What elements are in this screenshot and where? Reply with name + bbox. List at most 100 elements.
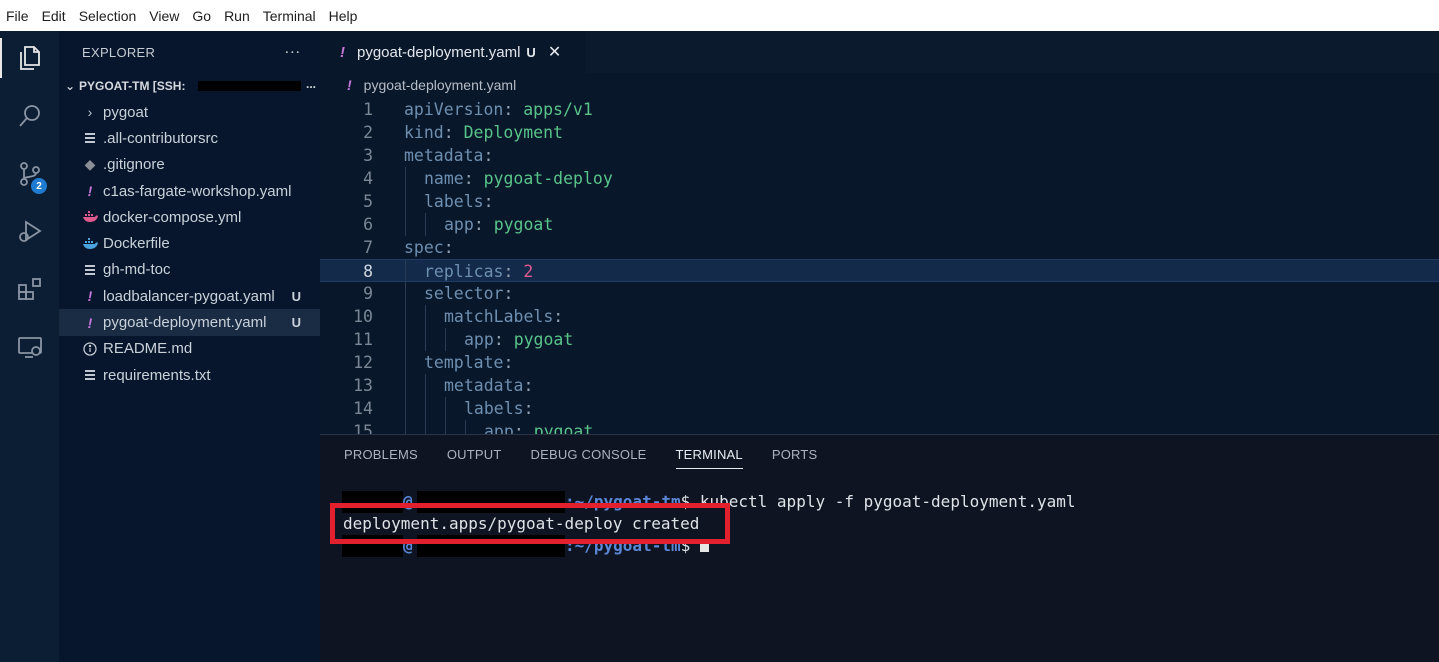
lines-icon bbox=[81, 262, 99, 278]
code-line: 5 labels: bbox=[320, 190, 1439, 213]
tree-item-gh-md-toc[interactable]: gh-md-toc bbox=[59, 257, 320, 283]
run-debug-icon[interactable] bbox=[0, 207, 59, 255]
tree-item-loadbalancer-pygoat[interactable]: ! loadbalancer-pygoat.yaml U bbox=[59, 283, 320, 309]
yaml-icon: ! bbox=[87, 288, 93, 305]
code-text: labels: bbox=[424, 192, 494, 211]
code-line: 6 app: pygoat bbox=[320, 213, 1439, 236]
line-number: 7 bbox=[363, 238, 373, 257]
line-number: 5 bbox=[363, 192, 373, 211]
tab-ports[interactable]: PORTS bbox=[772, 447, 818, 469]
breadcrumb-file: pygoat-deployment.yaml bbox=[363, 77, 517, 93]
menu-terminal[interactable]: Terminal bbox=[263, 8, 316, 24]
panel-tabs: PROBLEMS OUTPUT DEBUG CONSOLE TERMINAL P… bbox=[344, 447, 846, 469]
indent-guide bbox=[405, 397, 406, 420]
lines-icon bbox=[81, 130, 99, 146]
menu-selection[interactable]: Selection bbox=[79, 8, 137, 24]
chevron-right-icon: › bbox=[87, 104, 93, 121]
line-number: 2 bbox=[363, 123, 373, 142]
menu-edit[interactable]: Edit bbox=[42, 8, 66, 24]
editor-area: ! pygoat-deployment.yaml U ✕ ! pygoat-de… bbox=[320, 31, 1439, 434]
menu-view[interactable]: View bbox=[149, 8, 179, 24]
indent-guide bbox=[425, 328, 426, 351]
highlight-box bbox=[330, 503, 730, 544]
file-tree: › pygoat .all-contributorsrc ◆ .gitignor… bbox=[59, 99, 320, 388]
code-line: 13 metadata: bbox=[320, 374, 1439, 397]
code-editor[interactable]: 1 apiVersion: apps/v1 2 kind: Deployment 3 me… bbox=[320, 98, 1439, 434]
tab-debug-console[interactable]: DEBUG CONSOLE bbox=[531, 447, 647, 469]
line-number: 14 bbox=[353, 399, 373, 418]
indent-guide bbox=[445, 397, 446, 420]
code-text: metadata: bbox=[404, 146, 494, 165]
code-text: app: pygoat bbox=[484, 422, 594, 434]
file-label: requirements.txt bbox=[103, 366, 211, 384]
extensions-icon[interactable] bbox=[0, 265, 59, 313]
indent-guide bbox=[425, 305, 426, 328]
workspace-section[interactable]: ⌄ PYGOAT-TM [SSH: ... bbox=[59, 73, 320, 99]
tree-item-all-contributorsrc[interactable]: .all-contributorsrc bbox=[59, 125, 320, 151]
lines-icon bbox=[81, 367, 99, 383]
tree-item-c1as-fargate-workshop[interactable]: ! c1as-fargate-workshop.yaml bbox=[59, 178, 320, 204]
line-number: 12 bbox=[353, 353, 373, 372]
indent-guide bbox=[405, 167, 406, 190]
line-number: 10 bbox=[353, 307, 373, 326]
indent-guide bbox=[425, 420, 426, 434]
code-text: app: pygoat bbox=[444, 215, 554, 234]
tree-item-requirements[interactable]: requirements.txt bbox=[59, 362, 320, 388]
code-line: 14 labels: bbox=[320, 397, 1439, 420]
code-line: 3 metadata: bbox=[320, 144, 1439, 167]
indent-guide bbox=[465, 420, 466, 434]
menu-help[interactable]: Help bbox=[329, 8, 358, 24]
menu-run[interactable]: Run bbox=[224, 8, 250, 24]
breadcrumb[interactable]: ! pygoat-deployment.yaml bbox=[347, 77, 516, 93]
yaml-icon: ! bbox=[347, 77, 352, 93]
yaml-icon: ! bbox=[340, 43, 345, 61]
indent-guide bbox=[405, 259, 406, 282]
tree-item-readme[interactable]: README.md bbox=[59, 336, 320, 362]
tree-item-docker-compose[interactable]: docker-compose.yml bbox=[59, 204, 320, 230]
source-control-icon[interactable]: 2 bbox=[0, 150, 59, 198]
code-line: 10 matchLabels: bbox=[320, 305, 1439, 328]
tab-label: pygoat-deployment.yaml bbox=[357, 43, 521, 61]
code-text: selector: bbox=[424, 284, 514, 303]
tree-item-pygoat[interactable]: › pygoat bbox=[59, 99, 320, 125]
tab-terminal[interactable]: TERMINAL bbox=[675, 447, 743, 469]
tree-item-dockerfile[interactable]: Dockerfile bbox=[59, 230, 320, 256]
explorer-icon[interactable] bbox=[0, 34, 59, 82]
code-text: name: pygoat-deploy bbox=[424, 169, 613, 188]
tab-output[interactable]: OUTPUT bbox=[447, 447, 502, 469]
docker-icon bbox=[81, 209, 99, 225]
yaml-icon: ! bbox=[87, 183, 93, 200]
remote-explorer-icon[interactable] bbox=[0, 323, 59, 371]
file-label: README.md bbox=[103, 340, 193, 358]
code-text: app: pygoat bbox=[464, 330, 574, 349]
code-line: 1 apiVersion: apps/v1 bbox=[320, 98, 1439, 121]
explorer-header: EXPLORER ... bbox=[59, 31, 320, 73]
indent-guide bbox=[405, 190, 406, 213]
code-text: kind: Deployment bbox=[404, 123, 563, 142]
indent-guide bbox=[405, 420, 406, 434]
indent-guide bbox=[405, 351, 406, 374]
git-icon: ◆ bbox=[84, 156, 96, 173]
tab-pygoat-deployment[interactable]: ! pygoat-deployment.yaml U ✕ bbox=[320, 31, 586, 73]
indent-guide bbox=[405, 305, 406, 328]
menu-file[interactable]: File bbox=[6, 8, 29, 24]
menu-go[interactable]: Go bbox=[192, 8, 211, 24]
redaction-bar bbox=[198, 81, 301, 91]
indent-guide bbox=[425, 397, 426, 420]
explorer-more-button[interactable]: ... bbox=[285, 40, 301, 58]
indent-guide bbox=[425, 213, 426, 236]
code-line: 12 template: bbox=[320, 351, 1439, 374]
tab-problems[interactable]: PROBLEMS bbox=[344, 447, 418, 469]
close-icon[interactable]: ✕ bbox=[548, 42, 561, 62]
code-text: replicas: 2 bbox=[424, 262, 534, 281]
file-label: docker-compose.yml bbox=[103, 208, 242, 226]
line-number: 11 bbox=[353, 330, 373, 349]
file-label: gh-md-toc bbox=[103, 261, 171, 279]
tree-item-gitignore[interactable]: ◆ .gitignore bbox=[59, 152, 320, 178]
line-number: 13 bbox=[353, 376, 373, 395]
search-icon[interactable] bbox=[0, 92, 59, 140]
activity-bar: 2 bbox=[0, 31, 59, 662]
tree-item-pygoat-deployment[interactable]: ! pygoat-deployment.yaml U bbox=[59, 309, 320, 336]
untracked-badge: U bbox=[291, 315, 301, 331]
line-number: 8 bbox=[363, 262, 373, 281]
